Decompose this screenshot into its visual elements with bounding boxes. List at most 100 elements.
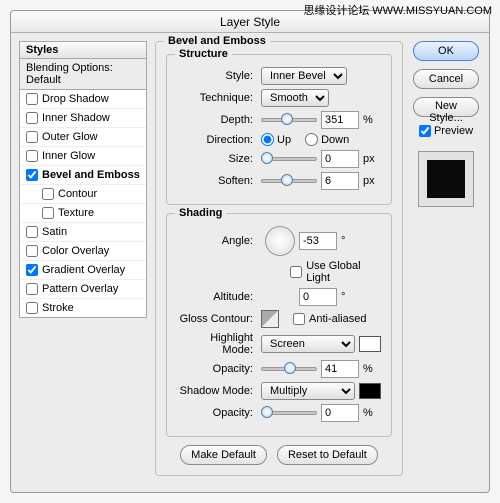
sidebar-item-label: Color Overlay <box>42 245 109 257</box>
effect-checkbox[interactable] <box>26 226 38 238</box>
highlight-opacity-slider[interactable] <box>261 362 317 376</box>
sidebar-item-label: Texture <box>58 207 94 219</box>
soften-slider[interactable] <box>261 174 317 188</box>
technique-label: Technique: <box>177 92 257 104</box>
sidebar-item-stroke[interactable]: Stroke <box>20 299 146 317</box>
effect-checkbox[interactable] <box>26 112 38 124</box>
layer-style-dialog: Layer Style Styles Blending Options: Def… <box>10 10 490 493</box>
dialog-buttons: OK Cancel New Style... Preview <box>411 41 481 484</box>
effect-checkbox[interactable] <box>26 93 38 105</box>
highlight-color[interactable] <box>359 336 381 352</box>
sidebar-item-outer-glow[interactable]: Outer Glow <box>20 128 146 147</box>
sidebar-item-label: Pattern Overlay <box>42 283 118 295</box>
sidebar-item-label: Inner Shadow <box>42 112 110 124</box>
sidebar-item-label: Contour <box>58 188 97 200</box>
altitude-input[interactable] <box>299 288 337 306</box>
effect-checkbox[interactable] <box>26 131 38 143</box>
size-label: Size: <box>177 153 257 165</box>
antialiased-checkbox[interactable] <box>293 313 305 325</box>
main-panel: Bevel and Emboss Structure Style: Inner … <box>155 41 403 484</box>
altitude-label: Altitude: <box>177 291 257 303</box>
technique-select[interactable]: Smooth <box>261 89 329 107</box>
direction-up-radio[interactable] <box>261 133 274 146</box>
cancel-button[interactable]: Cancel <box>413 69 479 89</box>
sidebar-item-pattern-overlay[interactable]: Pattern Overlay <box>20 280 146 299</box>
sidebar-item-label: Stroke <box>42 302 74 314</box>
altitude-unit: ° <box>341 291 359 303</box>
reset-default-button[interactable]: Reset to Default <box>277 445 378 465</box>
global-light-checkbox[interactable] <box>290 266 302 278</box>
sidebar-item-drop-shadow[interactable]: Drop Shadow <box>20 90 146 109</box>
gloss-contour-swatch[interactable] <box>261 310 279 328</box>
direction-down-radio[interactable] <box>305 133 318 146</box>
shadow-opacity-slider[interactable] <box>261 406 317 420</box>
effects-sidebar: Styles Blending Options: Default Drop Sh… <box>19 41 147 484</box>
sidebar-item-color-overlay[interactable]: Color Overlay <box>20 242 146 261</box>
angle-label: Angle: <box>177 235 257 247</box>
shadow-opacity-label: Opacity: <box>177 407 257 419</box>
highlight-opacity-label: Opacity: <box>177 363 257 375</box>
effect-checkbox[interactable] <box>26 283 38 295</box>
shading-group: Shading Angle: ° Use Global Light <box>166 213 392 437</box>
depth-label: Depth: <box>177 114 257 126</box>
style-select[interactable]: Inner Bevel <box>261 67 347 85</box>
sidebar-header[interactable]: Styles <box>19 41 147 59</box>
depth-unit: % <box>363 114 381 126</box>
watermark-2: WWW.MISSYUAN.COM <box>372 5 492 17</box>
shadow-opacity-input[interactable] <box>321 404 359 422</box>
sidebar-item-satin[interactable]: Satin <box>20 223 146 242</box>
sidebar-item-contour[interactable]: Contour <box>20 185 146 204</box>
ok-button[interactable]: OK <box>413 41 479 61</box>
blending-options[interactable]: Blending Options: Default <box>19 59 147 90</box>
style-label: Style: <box>177 70 257 82</box>
effect-checkbox[interactable] <box>26 302 38 314</box>
global-light-label: Use Global Light <box>306 260 381 284</box>
preview-swatch <box>418 151 474 207</box>
structure-group: Structure Style: Inner Bevel Technique: … <box>166 54 392 205</box>
effect-checkbox[interactable] <box>26 245 38 257</box>
effect-checkbox[interactable] <box>42 188 54 200</box>
effect-checkbox[interactable] <box>42 207 54 219</box>
preview-checkbox[interactable] <box>419 125 431 137</box>
angle-unit: ° <box>341 235 359 247</box>
sidebar-item-inner-glow[interactable]: Inner Glow <box>20 147 146 166</box>
gloss-label: Gloss Contour: <box>177 313 257 325</box>
highlight-mode-select[interactable]: Screen <box>261 335 355 353</box>
structure-legend: Structure <box>175 48 232 60</box>
bevel-emboss-group: Bevel and Emboss Structure Style: Inner … <box>155 41 403 476</box>
soften-input[interactable] <box>321 172 359 190</box>
sidebar-item-gradient-overlay[interactable]: Gradient Overlay <box>20 261 146 280</box>
depth-slider[interactable] <box>261 113 317 127</box>
depth-input[interactable] <box>321 111 359 129</box>
direction-label: Direction: <box>177 134 257 146</box>
down-label: Down <box>321 134 349 146</box>
sidebar-item-bevel-and-emboss[interactable]: Bevel and Emboss <box>20 166 146 185</box>
new-style-button[interactable]: New Style... <box>413 97 479 117</box>
angle-input[interactable] <box>299 232 337 250</box>
watermark-1: 思缘设计论坛 <box>303 5 369 17</box>
up-label: Up <box>277 134 291 146</box>
effect-checkbox[interactable] <box>26 150 38 162</box>
sidebar-item-label: Satin <box>42 226 67 238</box>
make-default-button[interactable]: Make Default <box>180 445 267 465</box>
soften-unit: px <box>363 175 381 187</box>
sidebar-item-label: Inner Glow <box>42 150 95 162</box>
size-input[interactable] <box>321 150 359 168</box>
size-slider[interactable] <box>261 152 317 166</box>
shading-legend: Shading <box>175 207 226 219</box>
sidebar-item-label: Outer Glow <box>42 131 98 143</box>
highlight-opacity-input[interactable] <box>321 360 359 378</box>
angle-wheel[interactable] <box>265 226 295 256</box>
sidebar-item-label: Bevel and Emboss <box>42 169 140 181</box>
sidebar-item-label: Gradient Overlay <box>42 264 125 276</box>
sidebar-item-label: Drop Shadow <box>42 93 109 105</box>
sidebar-item-texture[interactable]: Texture <box>20 204 146 223</box>
shadow-mode-select[interactable]: Multiply <box>261 382 355 400</box>
shadow-color[interactable] <box>359 383 381 399</box>
effect-checkbox[interactable] <box>26 264 38 276</box>
shadow-mode-label: Shadow Mode: <box>177 385 257 397</box>
effect-checkbox[interactable] <box>26 169 38 181</box>
highlight-mode-label: Highlight Mode: <box>177 332 257 356</box>
size-unit: px <box>363 153 381 165</box>
sidebar-item-inner-shadow[interactable]: Inner Shadow <box>20 109 146 128</box>
